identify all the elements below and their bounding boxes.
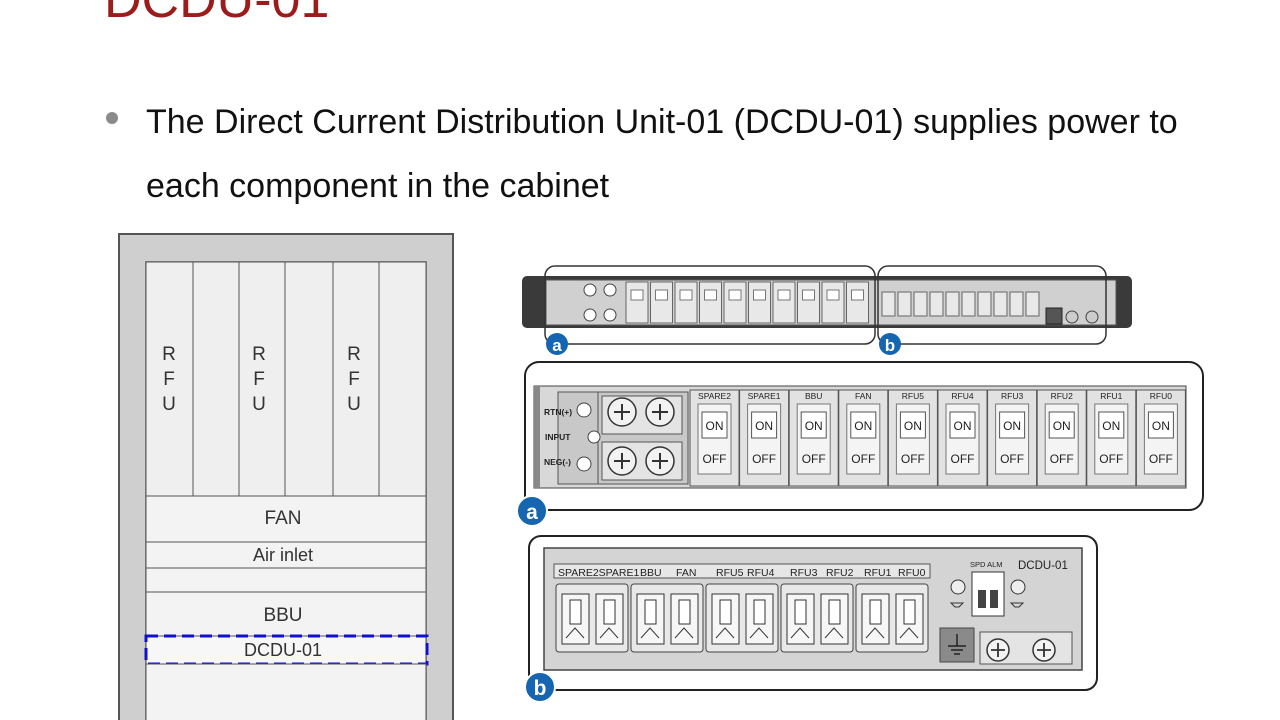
label-rfu3: RFU3 xyxy=(790,567,818,579)
breaker-pair xyxy=(630,583,704,653)
label-rfu5: RFU5 xyxy=(716,567,744,579)
label-rfu0: RFU0 xyxy=(898,567,926,579)
detail-panel-b: SPARE2SPARE1 BBU FAN RFU5 RFU4 RFU3 RFU2… xyxy=(524,535,1098,703)
label-fan: FAN xyxy=(676,567,696,579)
breaker-pair xyxy=(855,583,929,653)
breaker-pair xyxy=(555,583,629,653)
spd-alm-label: SPD ALM xyxy=(970,560,1003,569)
breaker-pair xyxy=(780,583,854,653)
label-rfu2: RFU2 xyxy=(826,567,854,579)
callout-b-label: b xyxy=(534,677,547,700)
label-rfu4: RFU4 xyxy=(747,567,775,579)
switch-row-b xyxy=(555,583,929,653)
panel-b-title: DCDU-01 xyxy=(1018,560,1068,572)
label-spare2spare1: SPARE2SPARE1 xyxy=(558,567,639,579)
breaker-pair xyxy=(705,583,779,653)
label-rfu1: RFU1 xyxy=(864,567,892,579)
label-bbu: BBU xyxy=(640,567,662,579)
